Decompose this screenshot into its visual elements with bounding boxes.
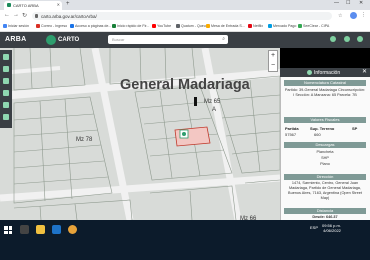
direccion-text: 1474, Sarmiento, Centro, General Juan Ma… — [288, 181, 362, 200]
bookmark-item[interactable]: Inicio rápido de Fir... — [112, 24, 149, 28]
draw-tool-icon[interactable] — [3, 90, 9, 96]
col-sp: SP — [352, 126, 358, 131]
zoom-out-button[interactable]: − — [269, 61, 277, 71]
search-input[interactable]: Buscar ⌕ — [108, 35, 228, 44]
reload-icon[interactable]: ↻ — [22, 12, 27, 19]
bookmark-icon — [206, 24, 210, 28]
bookmark-item[interactable]: Acceso a páginas de... — [70, 24, 111, 28]
carto-logo-icon — [46, 35, 56, 45]
bookmark-icon — [248, 24, 252, 28]
arba-logo: ARBA — [5, 36, 27, 43]
layers-tool-icon[interactable] — [3, 78, 9, 84]
close-panel-button[interactable]: ✕ — [362, 68, 367, 75]
bookmark-item[interactable]: SeeClear - CIPA — [298, 24, 329, 28]
info-panel-header: Información ✕ — [280, 68, 370, 77]
bookmark-icon — [298, 24, 302, 28]
map-parcel-label: A — [212, 107, 217, 113]
minimize-button[interactable]: — — [334, 0, 339, 6]
search-placeholder: Buscar — [112, 37, 125, 42]
download-shp-link[interactable]: SHP — [284, 156, 366, 161]
measure-tool-icon[interactable] — [3, 66, 9, 72]
tab-title: CARTO ARBA — [13, 3, 39, 8]
info-panel-title: Información — [314, 70, 341, 76]
col-partida: Partida — [285, 126, 299, 131]
val-partida: 57567 — [285, 132, 297, 137]
maximize-button[interactable]: ☐ — [346, 0, 350, 6]
menu-icon[interactable]: ⋮ — [361, 12, 366, 18]
bookmark-item[interactable]: YouTube — [152, 24, 171, 28]
direccion-header: Dirección — [284, 174, 366, 180]
search-icon[interactable]: ⌕ — [222, 36, 225, 42]
bookmark-item[interactable]: Netflix — [248, 24, 263, 28]
bookmark-icon — [36, 24, 40, 28]
zoom-control: + − — [268, 50, 278, 72]
bookmark-item[interactable]: Mercado Pago — [268, 24, 296, 28]
tab-favicon-icon — [7, 3, 11, 7]
valores-header: Valores Fiscales — [284, 117, 366, 123]
nomenclatura-text: Partido: 39-General Madariaga Circunscri… — [284, 88, 366, 97]
bookmark-item[interactable]: Quatum - Queue — [176, 24, 208, 28]
clock-date: 4/06/2022 — [323, 228, 341, 233]
pan-tool-icon[interactable] — [3, 54, 9, 60]
map-block-label: Mz 78 — [76, 137, 93, 143]
close-window-button[interactable]: ✕ — [359, 0, 363, 6]
lock-icon — [35, 14, 38, 18]
language-indicator[interactable]: ESP — [310, 225, 318, 230]
edge-icon[interactable] — [52, 225, 61, 234]
new-tab-button[interactable]: + — [66, 1, 70, 7]
profile-avatar[interactable] — [350, 12, 357, 19]
map-locality-label: General Madariaga — [120, 77, 250, 93]
bookmark-icon — [152, 24, 156, 28]
help-icon[interactable] — [357, 36, 363, 42]
windows-start-icon[interactable] — [4, 226, 12, 234]
bookmark-icon — [176, 24, 180, 28]
url-field[interactable]: carto.arba.gov.ar/cartoArba/ — [32, 12, 332, 20]
bookmark-icon — [268, 24, 272, 28]
map-parcels — [0, 48, 280, 220]
user-icon[interactable] — [330, 36, 336, 42]
nomenclatura-header: Nomenclatura Catastral — [284, 80, 366, 86]
url-text: carto.arba.gov.ar/cartoArba/ — [41, 14, 97, 19]
browser-tab[interactable]: CARTO ARBA ✕ — [4, 1, 62, 10]
system-clock[interactable]: 09:56 p.m. 4/06/2022 — [322, 223, 341, 233]
bookmark-icon — [112, 24, 116, 28]
val-superficie: 660 — [314, 132, 321, 137]
bookmark-icon — [70, 24, 74, 28]
bookmark-item[interactable]: Mesa de Entrada S... — [206, 24, 245, 28]
col-superficie: Sup. Terreno — [310, 126, 335, 131]
info-icon — [307, 70, 312, 75]
bookmark-icon — [3, 24, 7, 28]
tab-close-icon[interactable]: ✕ — [57, 2, 60, 7]
map-canvas[interactable] — [0, 48, 280, 220]
map-block-label: Mz 65 — [204, 99, 221, 105]
info-tool-icon[interactable] — [3, 114, 9, 120]
zoom-in-button[interactable]: + — [269, 51, 277, 61]
download-plancheta-link[interactable]: Plancheta — [284, 150, 366, 155]
bookmark-item[interactable]: Iniciar sesión — [3, 24, 29, 28]
chrome-icon[interactable] — [68, 225, 77, 234]
distancia-header: Distancia — [284, 208, 366, 214]
print-tool-icon[interactable] — [3, 102, 9, 108]
download-plano-link[interactable]: Plano — [284, 162, 366, 167]
search-taskbar-icon[interactable] — [20, 225, 29, 234]
file-explorer-icon[interactable] — [36, 225, 45, 234]
star-icon[interactable]: ☆ — [338, 13, 342, 19]
carto-title: CARTO — [58, 37, 80, 43]
layers-icon[interactable] — [344, 36, 350, 42]
bookmark-item[interactable]: Correo - Ingreso — [36, 24, 67, 28]
descargas-header: Descargas — [284, 142, 366, 148]
forward-icon[interactable]: → — [13, 12, 19, 18]
back-icon[interactable]: ← — [4, 12, 10, 18]
